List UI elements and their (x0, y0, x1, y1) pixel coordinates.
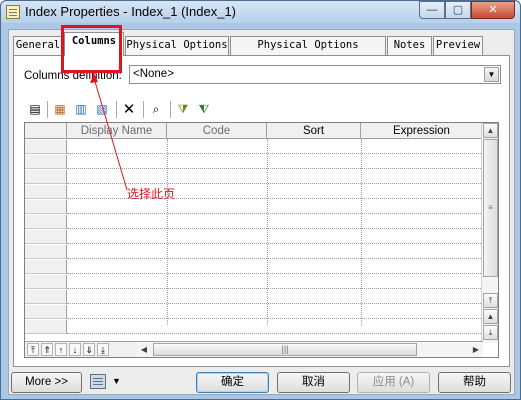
table-row[interactable] (67, 245, 483, 259)
chevron-down-icon[interactable]: ▼ (484, 67, 499, 82)
close-button[interactable]: ✕ (471, 1, 515, 19)
maximize-button[interactable]: ▢ (445, 1, 471, 19)
row-header[interactable] (25, 200, 67, 214)
window-app-icon (6, 5, 20, 19)
move-page-up-icon[interactable]: ⇑ (41, 343, 53, 356)
grid-toolbar: ▤ ▦ ▥ ▧ ✕ ⌕ ⧩ ⧨ (24, 99, 324, 121)
move-page-down-icon[interactable]: ⇓ (83, 343, 95, 356)
grid-horizontal-scrollbar[interactable]: ◀ ||| ▶ (137, 342, 483, 357)
add-columns-icon[interactable]: ▦ (51, 101, 69, 118)
find-icon[interactable]: ⌕ (147, 101, 165, 118)
table-row[interactable] (67, 170, 483, 184)
delete-icon[interactable]: ✕ (120, 101, 138, 118)
tab-general[interactable]: General (13, 36, 63, 55)
minimize-button[interactable]: — (419, 1, 445, 19)
tab-preview[interactable]: Preview (433, 36, 483, 55)
table-row[interactable] (67, 305, 483, 319)
table-row[interactable] (67, 260, 483, 274)
row-header[interactable] (25, 170, 67, 184)
columns-definition-value: <None> (133, 68, 174, 80)
row-header[interactable] (25, 305, 67, 319)
row-header[interactable] (25, 140, 67, 154)
toolbar-separator (116, 101, 117, 118)
table-row[interactable] (67, 230, 483, 244)
chevron-down-icon[interactable]: ▼ (112, 376, 121, 386)
insert-row-icon[interactable]: ▥ (72, 101, 90, 118)
row-header[interactable] (25, 215, 67, 229)
row-header[interactable] (25, 230, 67, 244)
row-header[interactable] (25, 320, 67, 334)
column-header-display-name[interactable]: Display Name (67, 123, 167, 139)
move-last-icon[interactable]: ⤓ (97, 343, 109, 356)
filter-icon[interactable]: ⧩ (174, 101, 192, 118)
move-down-icon[interactable]: ↓ (69, 343, 81, 356)
list-options-icon[interactable] (90, 374, 106, 389)
dialog-body: General Columns Physical Options Physica… (8, 29, 515, 395)
row-header[interactable] (25, 245, 67, 259)
scroll-right-icon[interactable]: ▶ (469, 343, 483, 356)
table-row[interactable] (67, 290, 483, 304)
help-button[interactable]: 帮助 (438, 372, 511, 393)
row-header[interactable] (25, 155, 67, 169)
grid-column-divider (267, 139, 268, 325)
apply-button[interactable]: 应用 (A) (357, 372, 430, 393)
table-row[interactable] (67, 275, 483, 289)
horizontal-scroll-thumb[interactable]: ||| (153, 343, 417, 356)
columns-grid[interactable]: Display Name Code Sort Expression ▲ ≡ ⤒ … (24, 122, 499, 358)
scroll-up-icon[interactable]: ▲ (483, 309, 498, 324)
annotation-text: 选择此页 (127, 187, 176, 201)
grid-column-divider (167, 139, 168, 325)
columns-tab-panel: Columns definition: <None> ▼ ▤ ▦ ▥ ▧ ✕ ⌕… (13, 55, 510, 367)
toolbar-separator (170, 101, 171, 118)
toolbar-separator (47, 101, 48, 118)
title-bar[interactable]: Index Properties - Index_1 (Index_1) — ▢… (1, 1, 520, 23)
row-header[interactable] (25, 275, 67, 289)
window-title: Index Properties - Index_1 (Index_1) (25, 4, 237, 19)
more-button[interactable]: More >> (11, 372, 82, 393)
add-row-icon[interactable]: ▧ (93, 101, 111, 118)
scroll-up-icon[interactable]: ▲ (483, 123, 498, 138)
grid-column-divider (361, 139, 362, 325)
tab-physical-options-common[interactable]: Physical Options (Common) (230, 36, 386, 68)
move-first-icon[interactable]: ⤒ (27, 343, 39, 356)
grid-header: Display Name Code Sort Expression (25, 123, 483, 139)
columns-definition-select[interactable]: <None> ▼ (129, 65, 501, 84)
table-row[interactable] (67, 200, 483, 214)
annotation-highlight-box (61, 25, 122, 73)
column-header-code[interactable]: Code (167, 123, 267, 139)
table-row[interactable] (67, 155, 483, 169)
tab-physical-options[interactable]: Physical Options (125, 36, 229, 55)
column-header-sort[interactable]: Sort (267, 123, 361, 139)
row-header[interactable] (25, 260, 67, 274)
grid-navigation-bar: ⤒ ⇑ ↑ ↓ ⇓ ⤓ ◀ ||| ▶ (25, 341, 483, 357)
scroll-bottom-icon[interactable]: ⤓ (483, 325, 498, 340)
row-header[interactable] (25, 185, 67, 199)
tab-notes[interactable]: Notes (387, 36, 432, 55)
table-row[interactable] (67, 320, 483, 334)
scroll-top-icon[interactable]: ⤒ (483, 293, 498, 308)
table-row[interactable] (67, 140, 483, 154)
row-header[interactable] (25, 290, 67, 304)
clear-filter-icon[interactable]: ⧨ (195, 101, 213, 118)
row-header-corner (25, 123, 67, 139)
grid-vertical-scrollbar[interactable]: ▲ ≡ ⤒ ▲ ⤓ (481, 123, 498, 343)
properties-icon[interactable]: ▤ (26, 101, 44, 118)
column-header-expression[interactable]: Expression (361, 123, 483, 139)
scroll-left-icon[interactable]: ◀ (137, 343, 151, 356)
toolbar-separator (143, 101, 144, 118)
cancel-button[interactable]: 取消 (277, 372, 350, 393)
table-row[interactable] (67, 215, 483, 229)
ok-button[interactable]: 确定 (196, 372, 269, 393)
vertical-scroll-thumb[interactable]: ≡ (483, 139, 498, 277)
move-up-icon[interactable]: ↑ (55, 343, 67, 356)
